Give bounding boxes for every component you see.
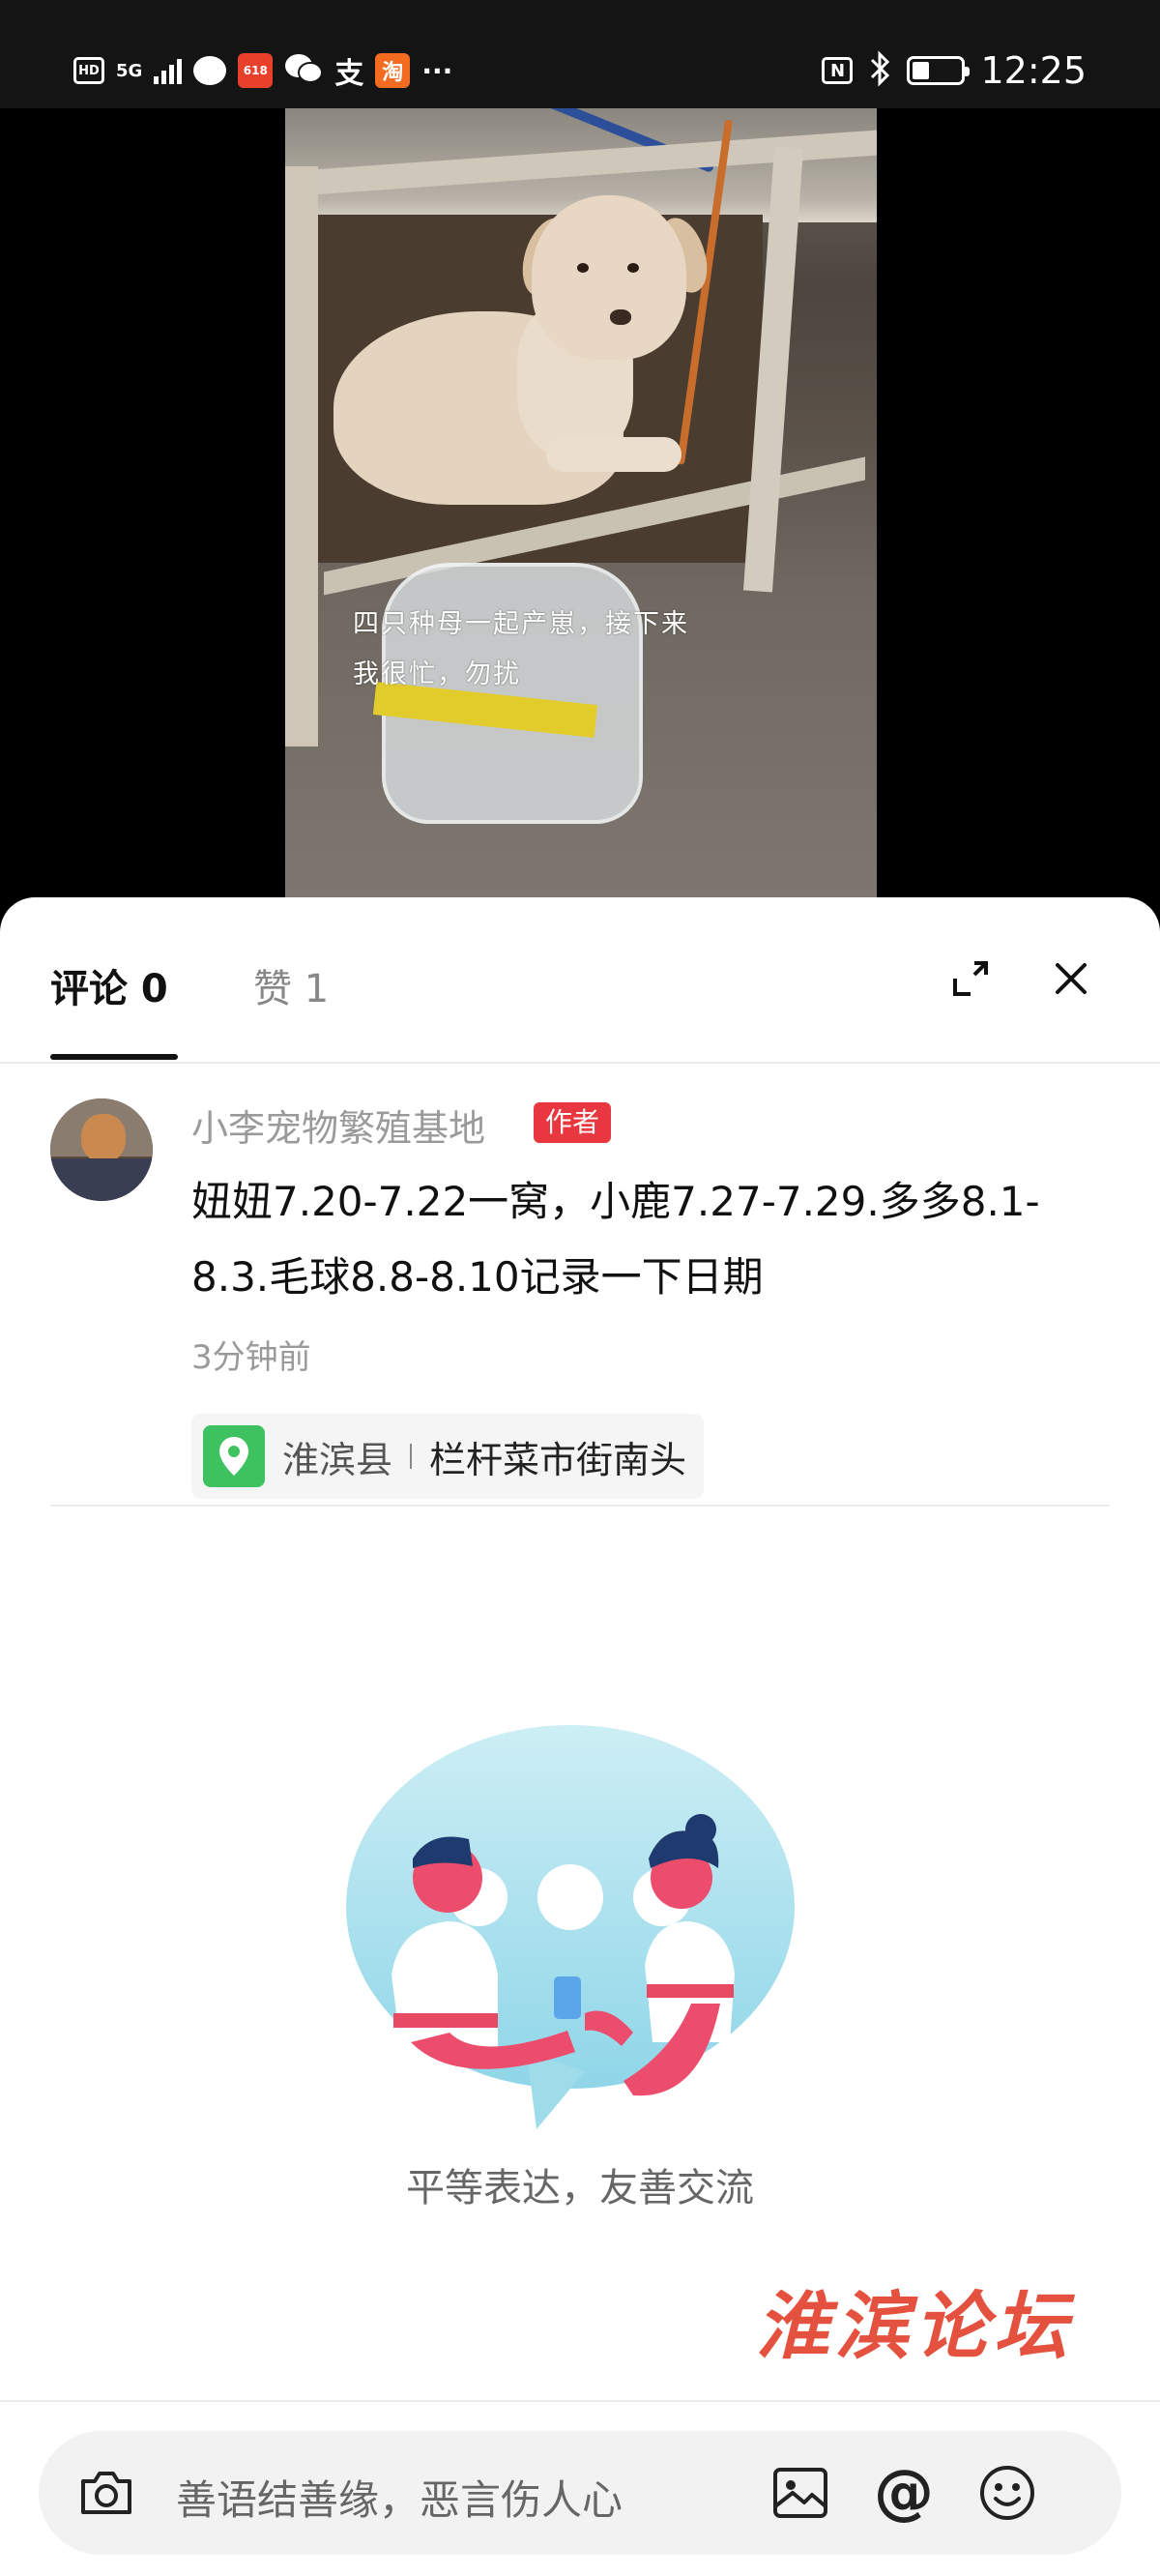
comment-divider xyxy=(50,1505,1110,1507)
video-caption-line2: 我很忙，勿扰 xyxy=(353,659,521,689)
expand-icon[interactable] xyxy=(940,948,1001,1010)
battery-icon xyxy=(907,56,971,85)
more-notifications-icon: ··· xyxy=(421,54,453,87)
nfc-icon: N xyxy=(822,57,854,84)
hd-icon: HD xyxy=(73,57,104,84)
wechat-icon xyxy=(284,52,324,89)
comment-text: 妞妞7.20-7.22一窝，小鹿7.27-7.29.多多8.1-8.3.毛球8.… xyxy=(191,1178,1040,1301)
dog-paw xyxy=(546,437,682,472)
location-separator xyxy=(410,1444,413,1469)
status-bar: HD 5G 618 支 淘 ··· N 12:25 xyxy=(0,0,1160,108)
comment-input[interactable]: 善语结善缘，恶言伤人心 @ xyxy=(39,2431,1121,2555)
dog-head xyxy=(532,195,686,360)
shopping-app-icon: 618 xyxy=(238,53,274,88)
comment-input-bar: 善语结善缘，恶言伤人心 @ xyxy=(0,2400,1160,2576)
tab-likes[interactable]: 赞 1 xyxy=(253,957,329,1013)
comment-author[interactable]: 小李宠物繁殖基地 xyxy=(191,1098,485,1152)
comment-time: 3分钟前 xyxy=(191,1338,311,1377)
video-player[interactable]: 四只种母一起产崽，接下来 我很忙，勿扰 xyxy=(0,108,1160,901)
taobao-icon: 淘 xyxy=(375,53,411,88)
location-pin-icon xyxy=(203,1425,265,1487)
empty-state-text: 平等表达，友善交流 xyxy=(406,2166,754,2210)
location-district: 淮滨县 xyxy=(282,1438,393,1481)
close-icon[interactable] xyxy=(1040,948,1102,1010)
status-left: HD 5G 618 支 淘 ··· xyxy=(73,48,452,93)
video-caption-line1: 四只种母一起产崽，接下来 xyxy=(353,609,689,639)
network-label: 5G xyxy=(116,60,143,81)
dog-eye-right xyxy=(627,263,639,273)
watermark: 淮滨论坛 xyxy=(756,2283,1073,2369)
alipay-icon: 支 xyxy=(334,57,364,91)
clock: 12:25 xyxy=(980,49,1087,92)
comment-sheet: 评论 0 赞 1 小李宠物繁殖基地 作者 妞妞7.20-7.22一窝，小鹿7.2… xyxy=(0,897,1160,2576)
dog-photo[interactable]: 四只种母一起产崽，接下来 我很忙，勿扰 xyxy=(285,108,877,901)
signal-icon xyxy=(154,57,183,84)
shelf-leg-left xyxy=(285,166,318,746)
tab-active-indicator xyxy=(50,1054,178,1060)
dog-nose xyxy=(610,309,631,325)
message-icon xyxy=(193,56,227,85)
dog-eye-left xyxy=(577,263,589,273)
location-place: 栏杆菜市街南头 xyxy=(429,1438,687,1481)
input-placeholder: 善语结善缘，恶言伤人心 xyxy=(176,2476,624,2524)
author-badge: 作者 xyxy=(534,1102,612,1143)
status-right: N 12:25 xyxy=(822,48,1087,93)
comment-tabs: 评论 0 赞 1 xyxy=(0,897,1160,1064)
location-tag[interactable]: 淮滨县 栏杆菜市街南头 xyxy=(191,1414,705,1499)
video-caption: 四只种母一起产崽，接下来 我很忙，勿扰 xyxy=(353,600,759,700)
at-icon[interactable]: @ xyxy=(870,2458,938,2526)
bluetooth-icon xyxy=(868,50,891,91)
battery-level xyxy=(913,62,929,79)
tab-comments[interactable]: 评论 0 xyxy=(50,957,168,1013)
image-icon[interactable] xyxy=(769,2462,831,2524)
avatar[interactable] xyxy=(50,1098,153,1201)
emoji-icon[interactable] xyxy=(976,2462,1038,2524)
empty-state-illustration xyxy=(343,1723,798,2129)
camera-icon[interactable] xyxy=(75,2462,137,2524)
